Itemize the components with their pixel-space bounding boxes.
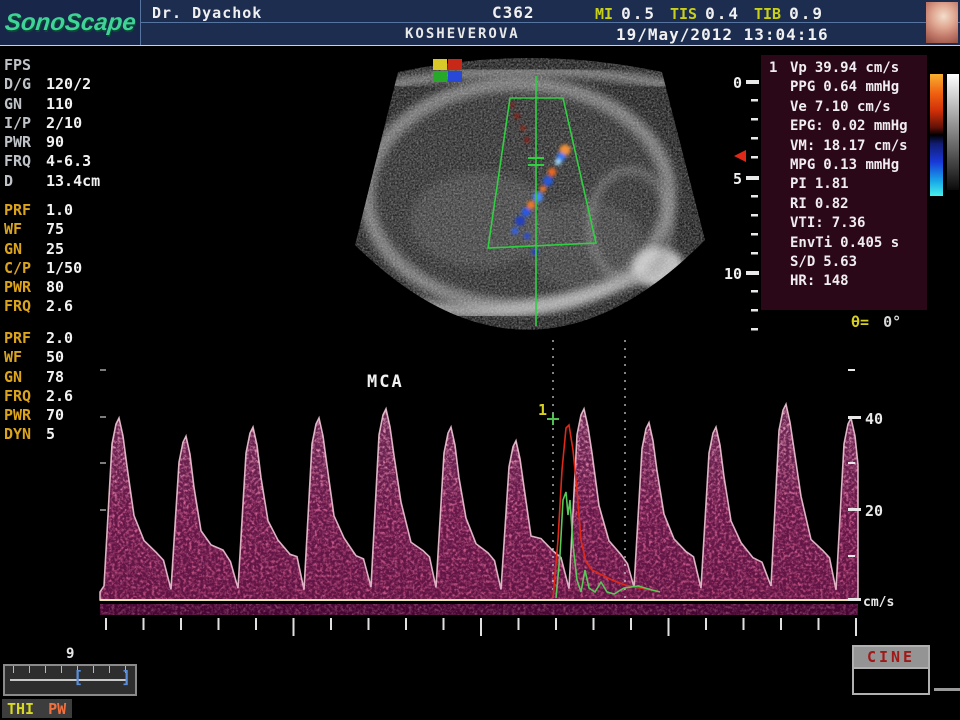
doppler-angle-readout: θ= 0°	[851, 313, 901, 331]
angle-value: 0°	[883, 313, 901, 331]
param-row: FRQ2.6	[4, 297, 129, 316]
thi-mode-button[interactable]: THI	[7, 700, 34, 718]
color-mode-parameters: PRF1.0 WF75 GN25 C/P1/50 PWR80 FRQ2.6	[4, 201, 129, 317]
color-doppler-scale-bar	[930, 74, 943, 196]
footer-edge-bar	[934, 688, 960, 691]
velocity-tick-label: 40	[865, 410, 883, 428]
focus-marker-icon[interactable]	[734, 150, 746, 162]
measurement-row: PI1.81	[761, 176, 927, 195]
velocity-unit-label: cm/s	[863, 595, 894, 610]
param-row: GN25	[4, 240, 129, 259]
param-row: WF75	[4, 220, 129, 239]
measurement-row: Ve7.10 cm/s	[761, 99, 927, 118]
patient-thumbnail-image	[926, 2, 958, 43]
measurement-row: EnvTi0.405 s	[761, 235, 927, 254]
measurement-row: PPG0.64 mmHg	[761, 79, 927, 98]
header-bar: SonoScape Dr. Dyachok C362 MI0.5 TIS0.4 …	[0, 0, 960, 46]
param-row: C/P1/50	[4, 259, 129, 278]
param-row: PWR90	[4, 133, 129, 152]
slider-handle-right[interactable]: ]	[121, 668, 131, 688]
slider-track[interactable]	[10, 679, 126, 681]
measurement-row: EPG:0.02 mmHg	[761, 118, 927, 137]
measurement-row: HR:148	[761, 273, 927, 292]
mode-indicator-chip: THI PW	[2, 699, 72, 718]
depth-tick-label: 0	[733, 74, 742, 92]
measurement-row: VM:18.17 cm/s	[761, 138, 927, 157]
param-row: FPS	[4, 56, 129, 75]
measurement-row: 1Vp39.94 cm/s	[761, 60, 927, 79]
angle-label: θ=	[851, 313, 869, 331]
depth-tick-label: 5	[733, 170, 742, 188]
patient-name: KOSHEVEROVA	[405, 26, 520, 42]
ultrasound-screen: SonoScape Dr. Dyachok C362 MI0.5 TIS0.4 …	[0, 0, 960, 720]
measurement-row: RI0.82	[761, 196, 927, 215]
grayscale-bar	[947, 74, 959, 190]
spectral-doppler-display: MCA 1 40 20 cm/s	[95, 335, 960, 645]
measurement-row: MPG0.13 mmHg	[761, 157, 927, 176]
param-row: I/P2/10	[4, 114, 129, 133]
param-row: GN110	[4, 95, 129, 114]
logo-text: SonoScape	[3, 9, 137, 37]
param-row: D13.4cm	[4, 172, 129, 191]
tib-index: TIB0.9	[754, 4, 824, 23]
depth-ruler: 0 5 10	[718, 70, 762, 350]
acoustic-indices: MI0.5 TIS0.4 TIB0.9	[595, 4, 824, 23]
probe-model: C362	[492, 3, 535, 22]
param-row: D/G120/2	[4, 75, 129, 94]
measurement-results-panel: 1Vp39.94 cm/s PPG0.64 mmHg Ve7.10 cm/s E…	[761, 55, 927, 310]
b-mode-parameters: FPS D/G120/2 GN110 I/P2/10 PWR90 FRQ4-6.…	[4, 56, 129, 191]
left-axis-ticks	[100, 369, 106, 511]
cine-slider-value: 9	[66, 646, 74, 662]
cine-slider[interactable]: [ ]	[3, 664, 137, 696]
vessel-label: MCA	[367, 372, 404, 392]
caliper-cross-icon[interactable]	[547, 413, 559, 425]
measurement-set-index: 1	[769, 60, 777, 76]
cine-button[interactable]: CINE	[852, 645, 930, 695]
velocity-tick-label: 20	[865, 502, 883, 520]
slider-handle-left[interactable]: [	[73, 668, 83, 688]
datetime: 19/May/2012 13:04:16	[616, 25, 829, 44]
pw-mode-button[interactable]: PW	[48, 700, 66, 718]
sonoscape-logo: SonoScape	[0, 0, 140, 45]
tis-index: TIS0.4	[670, 4, 740, 23]
param-row: PWR80	[4, 278, 129, 297]
time-axis-ticks	[105, 618, 857, 636]
spectral-baseline[interactable]	[100, 599, 858, 601]
mi-index: MI0.5	[595, 4, 656, 23]
cine-button-label: CINE	[867, 648, 915, 666]
measurement-row: VTI:7.36	[761, 215, 927, 234]
b-mode-image	[330, 55, 710, 335]
param-row: PRF1.0	[4, 201, 129, 220]
depth-tick-label: 10	[724, 265, 742, 283]
param-row: FRQ4-6.3	[4, 152, 129, 171]
depth-ticks	[746, 80, 759, 331]
measurement-row: S/D5.63	[761, 254, 927, 273]
caliper-number: 1	[538, 401, 547, 419]
header-divider-horizontal	[141, 22, 960, 23]
physician-name: Dr. Dyachok	[152, 4, 262, 22]
